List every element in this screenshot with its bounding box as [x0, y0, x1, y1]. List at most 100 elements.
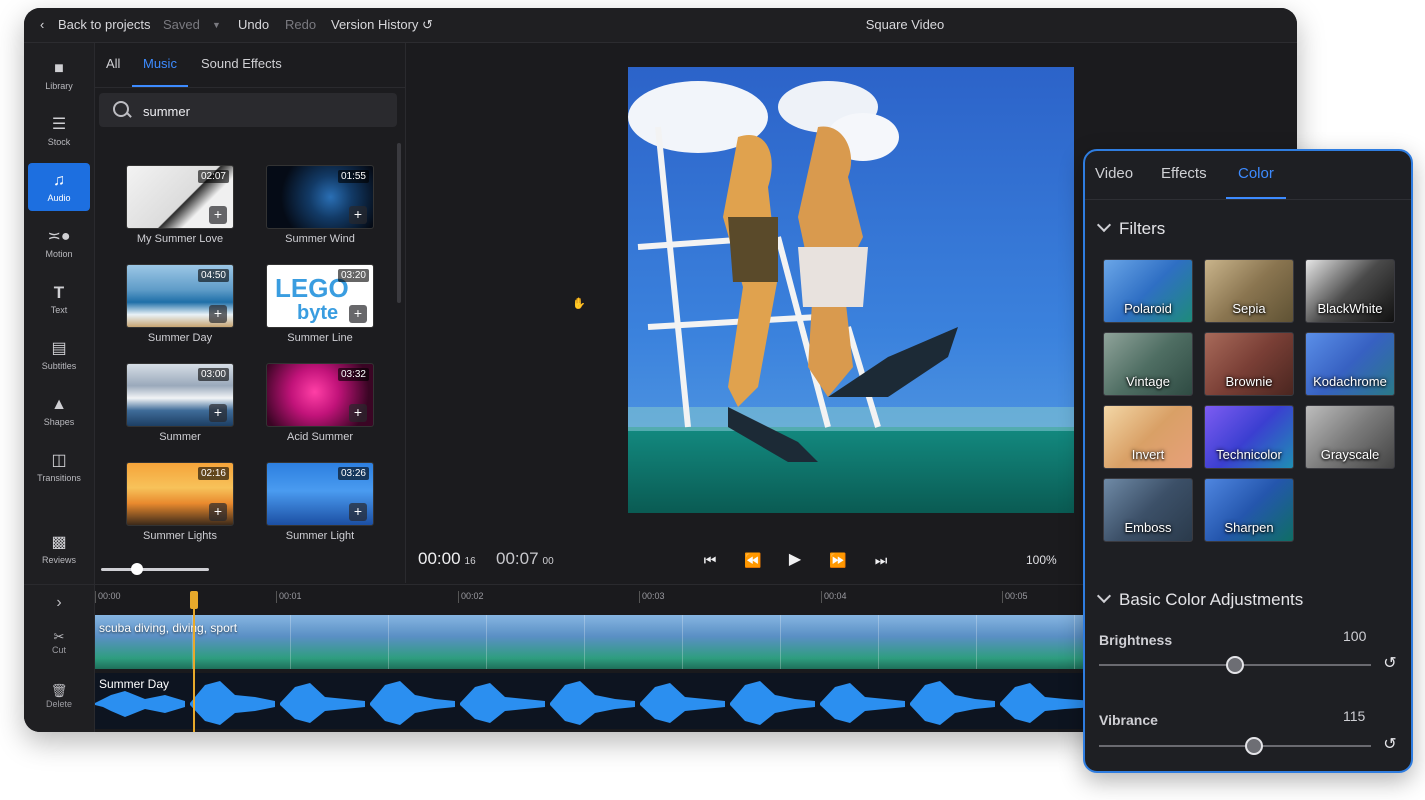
add-track-button[interactable]: + [209, 404, 227, 422]
tab-effects[interactable]: Effects [1161, 151, 1207, 199]
filter-label: BlackWhite [1317, 301, 1383, 316]
clip-frame [291, 615, 389, 669]
track-title: Summer Line [287, 332, 353, 344]
track-card[interactable]: 04:50 + Summer Day [126, 264, 234, 348]
thumbnail-size-knob[interactable] [130, 563, 143, 575]
filter-vintage[interactable]: Vintage [1103, 332, 1193, 396]
skip-to-end-icon[interactable]: ⏭ [870, 549, 892, 571]
reset-brightness-icon[interactable]: ↺ [1381, 655, 1399, 673]
expand-timeline-button[interactable]: › [28, 595, 90, 611]
add-track-button[interactable]: + [349, 206, 367, 224]
rail-item-shapes[interactable]: ▲ Shapes [28, 387, 90, 435]
ruler-tick: 00:04 [821, 591, 847, 603]
rail-item-text[interactable]: T Text [28, 275, 90, 323]
library-scrollbar[interactable] [397, 143, 401, 303]
rail-label: Reviews [41, 555, 76, 565]
track-card[interactable]: 02:07 + My Summer Love [126, 165, 234, 249]
filter-sepia[interactable]: Sepia [1204, 259, 1294, 323]
add-track-button[interactable]: + [209, 503, 227, 521]
tab-sound-effects[interactable]: Sound Effects [201, 43, 282, 87]
track-card[interactable]: 01:55 + Summer Wind [266, 165, 374, 249]
brightness-knob[interactable] [1226, 656, 1244, 674]
track-card[interactable]: 02:16 + Summer Lights [126, 462, 234, 546]
track-card[interactable]: LEGO byte 03:20 + Summer Line [266, 264, 374, 348]
clip-frame [879, 615, 977, 669]
rail-item-library[interactable]: ■ Library [28, 51, 90, 99]
transitions-icon: ◫ [51, 452, 67, 469]
rail-item-transitions[interactable]: ◫ Transitions [28, 443, 90, 491]
brightness-slider[interactable] [1099, 656, 1371, 674]
vibrance-knob[interactable] [1245, 737, 1264, 755]
skip-to-start-icon[interactable]: ⏮ [699, 549, 721, 571]
search-box[interactable] [99, 93, 397, 129]
track-title: Acid Summer [286, 431, 354, 443]
tab-color[interactable]: Color [1226, 151, 1286, 199]
filter-emboss[interactable]: Emboss [1103, 478, 1193, 542]
filter-grayscale[interactable]: Grayscale [1305, 405, 1395, 469]
fast-forward-icon[interactable]: ⏩ [827, 549, 849, 571]
add-track-button[interactable]: + [209, 206, 227, 224]
chevron-down-icon [1096, 588, 1112, 604]
rail-item-audio[interactable]: ♫ Audio [28, 163, 90, 211]
current-frame: 16 [464, 556, 476, 567]
video-clip-label: scuba diving, diving, sport [99, 621, 238, 635]
play-icon[interactable]: ▶ [784, 549, 806, 571]
tab-music[interactable]: Music [132, 43, 188, 87]
tab-all[interactable]: All [106, 43, 120, 87]
filter-polaroid[interactable]: Polaroid [1103, 259, 1193, 323]
add-track-button[interactable]: + [349, 404, 367, 422]
zoom-level[interactable]: 100% [1026, 553, 1057, 567]
playhead-handle[interactable] [190, 591, 198, 609]
filter-sharpen[interactable]: Sharpen [1204, 478, 1294, 542]
text-icon: T [53, 283, 65, 302]
track-title: Summer Lights [143, 530, 217, 542]
brightness-label: Brightness [1099, 632, 1173, 648]
thumbnail-size-slider[interactable] [101, 563, 209, 575]
clip-frame [487, 615, 585, 669]
video-track-clip[interactable] [95, 615, 1095, 669]
clip-frame [977, 615, 1075, 669]
search-icon [113, 101, 129, 117]
tab-video[interactable]: Video [1095, 151, 1133, 199]
ruler-tick: 00:02 [458, 591, 484, 603]
rail-label: Audio [47, 193, 71, 203]
filter-invert[interactable]: Invert [1103, 405, 1193, 469]
track-card[interactable]: 03:00 + Summer [126, 363, 234, 447]
add-track-button[interactable]: + [349, 305, 367, 323]
rewind-icon[interactable]: ⏪ [742, 549, 764, 571]
rail-item-motion[interactable]: ≍● Motion [28, 219, 90, 267]
track-card[interactable]: 03:26 + Summer Light [266, 462, 374, 546]
basic-color-adjustments-header[interactable]: Basic Color Adjustments [1096, 588, 1303, 610]
clip-frame [683, 615, 781, 669]
rail-label: Motion [45, 249, 73, 259]
ruler-tick: 00:05 [1002, 591, 1028, 603]
track-duration: 02:16 [197, 467, 229, 480]
track-card[interactable]: 03:32 + Acid Summer [266, 363, 374, 447]
rail-item-reviews[interactable]: ▩ Reviews [28, 525, 90, 573]
filter-technicolor[interactable]: Technicolor [1204, 405, 1294, 469]
filter-brownie[interactable]: Brownie [1204, 332, 1294, 396]
filter-blackwhite[interactable]: BlackWhite [1305, 259, 1395, 323]
track-thumbnail: 04:50 + [126, 264, 234, 328]
vibrance-slider[interactable] [1099, 737, 1371, 755]
cut-button[interactable]: ✂ Cut [28, 629, 90, 655]
rail-item-stock[interactable]: ☰ Stock [28, 107, 90, 155]
delete-button[interactable]: 🗑 Delete [28, 683, 90, 709]
svg-text:byte: byte [297, 302, 338, 324]
track-duration: 03:32 [337, 368, 369, 381]
add-track-button[interactable]: + [349, 503, 367, 521]
filter-kodachrome[interactable]: Kodachrome [1305, 332, 1395, 396]
total-time: 00:07 00 [496, 549, 554, 569]
filters-section-header[interactable]: Filters [1096, 217, 1165, 239]
track-thumbnail: 03:32 + [266, 363, 374, 427]
filter-label: Brownie [1225, 374, 1273, 389]
filter-label: Technicolor [1216, 447, 1282, 462]
video-frame[interactable] [628, 67, 1074, 513]
search-input[interactable] [141, 93, 385, 129]
add-track-button[interactable]: + [209, 305, 227, 323]
playhead[interactable] [190, 591, 198, 732]
audio-track-clip[interactable] [95, 673, 1095, 729]
total-frame: 00 [542, 556, 554, 567]
reset-vibrance-icon[interactable]: ↺ [1381, 736, 1399, 754]
rail-item-subtitles[interactable]: ▤ Subtitles [28, 331, 90, 379]
